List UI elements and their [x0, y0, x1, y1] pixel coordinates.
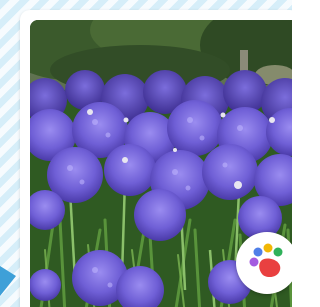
photos-app-icon[interactable]	[236, 232, 292, 294]
arrow-icon	[0, 266, 16, 296]
screen	[0, 0, 292, 307]
